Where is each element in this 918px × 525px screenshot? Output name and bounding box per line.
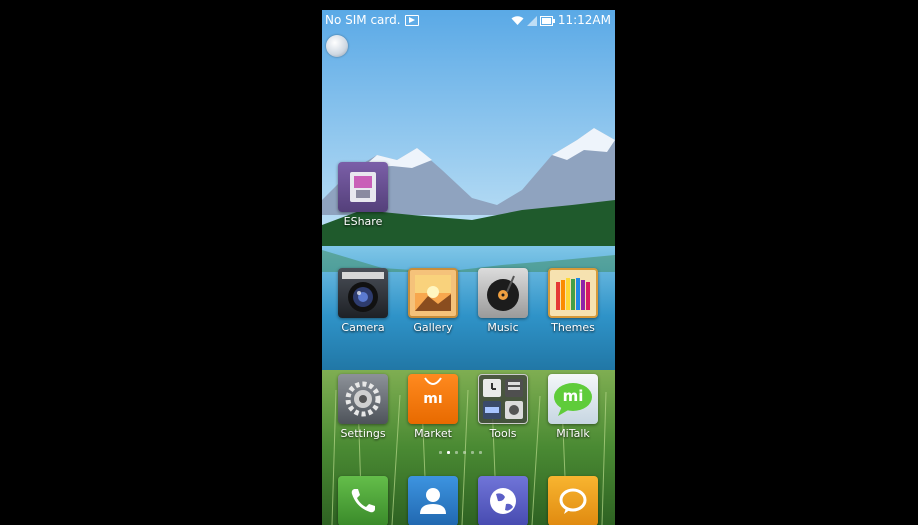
app-market[interactable]: mı Market xyxy=(399,374,467,440)
camera-icon xyxy=(338,268,388,318)
app-music[interactable]: Music xyxy=(469,268,537,334)
app-settings[interactable]: Settings xyxy=(329,374,397,440)
mitalk-icon-text: mi xyxy=(562,387,584,405)
app-camera[interactable]: Camera xyxy=(329,268,397,334)
page-dot[interactable] xyxy=(439,451,442,454)
app-label: Themes xyxy=(551,321,595,334)
clock-text: 11:12AM xyxy=(557,13,611,27)
tools-folder-icon xyxy=(478,374,528,424)
app-label: MiTalk xyxy=(556,427,590,440)
floating-assist-icon[interactable] xyxy=(326,35,348,57)
page-indicator xyxy=(439,451,482,454)
app-label: Tools xyxy=(489,427,517,440)
gallery-icon xyxy=(408,268,458,318)
page-dot-current[interactable] xyxy=(447,451,450,454)
mi-shopping-bag-icon: mı xyxy=(408,374,458,424)
phone-icon xyxy=(351,489,375,513)
app-eshare[interactable]: EShare xyxy=(329,162,397,228)
carrier-text: No SIM card. xyxy=(325,13,401,27)
battery-icon xyxy=(539,15,555,26)
phone-screen: No SIM card. 11:12AM EShare Camera Galle… xyxy=(322,10,615,525)
signal-icon xyxy=(526,15,537,26)
contacts-icon xyxy=(420,488,446,514)
app-themes[interactable]: Themes xyxy=(539,268,607,334)
screen-cast-icon xyxy=(404,15,419,26)
app-label: Camera xyxy=(341,321,385,334)
messaging-icon xyxy=(559,488,587,514)
page-dot[interactable] xyxy=(479,451,482,454)
dock-contacts-button[interactable] xyxy=(408,476,458,525)
music-icon xyxy=(478,268,528,318)
app-mitalk[interactable]: mi MiTalk xyxy=(539,374,607,440)
dock-browser-button[interactable] xyxy=(478,476,528,525)
themes-icon xyxy=(548,268,598,318)
app-label: Gallery xyxy=(413,321,453,334)
dock-messaging-button[interactable] xyxy=(548,476,598,525)
app-gallery[interactable]: Gallery xyxy=(399,268,467,334)
mitalk-bubble-icon: mi xyxy=(548,374,598,424)
app-label: EShare xyxy=(343,215,383,228)
gear-icon xyxy=(338,374,388,424)
wifi-icon xyxy=(511,16,524,25)
page-dot[interactable] xyxy=(463,451,466,454)
app-label: Settings xyxy=(340,427,386,440)
app-label: Music xyxy=(487,321,519,334)
status-bar: No SIM card. 11:12AM xyxy=(322,10,615,31)
app-label: Market xyxy=(414,427,452,440)
market-icon-text: mı xyxy=(423,391,443,407)
eshare-icon xyxy=(338,162,388,212)
dock-phone-button[interactable] xyxy=(338,476,388,525)
page-dot[interactable] xyxy=(471,451,474,454)
browser-globe-icon xyxy=(490,488,516,514)
app-tools-folder[interactable]: Tools xyxy=(469,374,537,440)
page-dot[interactable] xyxy=(455,451,458,454)
